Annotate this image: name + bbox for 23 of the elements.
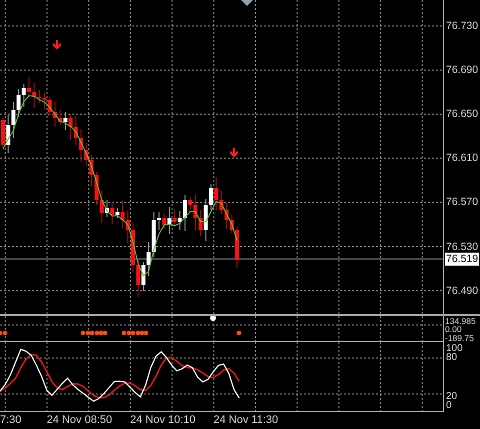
indicator-label: 0.00	[445, 324, 462, 334]
oscillator-label: 100	[446, 344, 463, 354]
oscillator-label: 20	[446, 392, 458, 402]
price-label: 76.610	[446, 153, 478, 164]
price-label: 76.530	[446, 241, 478, 252]
indicator-label: -189.75	[445, 333, 474, 342]
time-label: 7:30	[0, 415, 22, 426]
scroll-marker-icon	[241, 0, 253, 6]
price-label: 76.650	[446, 108, 478, 120]
price-label: 76.570	[446, 197, 478, 208]
signal-dot	[236, 330, 242, 336]
time-label: 24 Nov 10:10	[130, 415, 196, 426]
current-price-label: 76.519	[445, 252, 480, 266]
time-label: 24 Nov 11:30	[214, 415, 278, 426]
price-label: 76.490	[446, 285, 478, 296]
price-label: 76.690	[446, 64, 478, 76]
oscillator-label: 0	[446, 401, 452, 411]
down-arrow-icon	[53, 40, 61, 50]
price-label: 76.730	[446, 20, 478, 32]
indicator-label: 134.985	[445, 316, 476, 325]
down-arrow-icon	[230, 148, 238, 158]
oscillator-label: 80	[446, 353, 458, 363]
time-label: 24 Nov 08:50	[46, 415, 112, 426]
